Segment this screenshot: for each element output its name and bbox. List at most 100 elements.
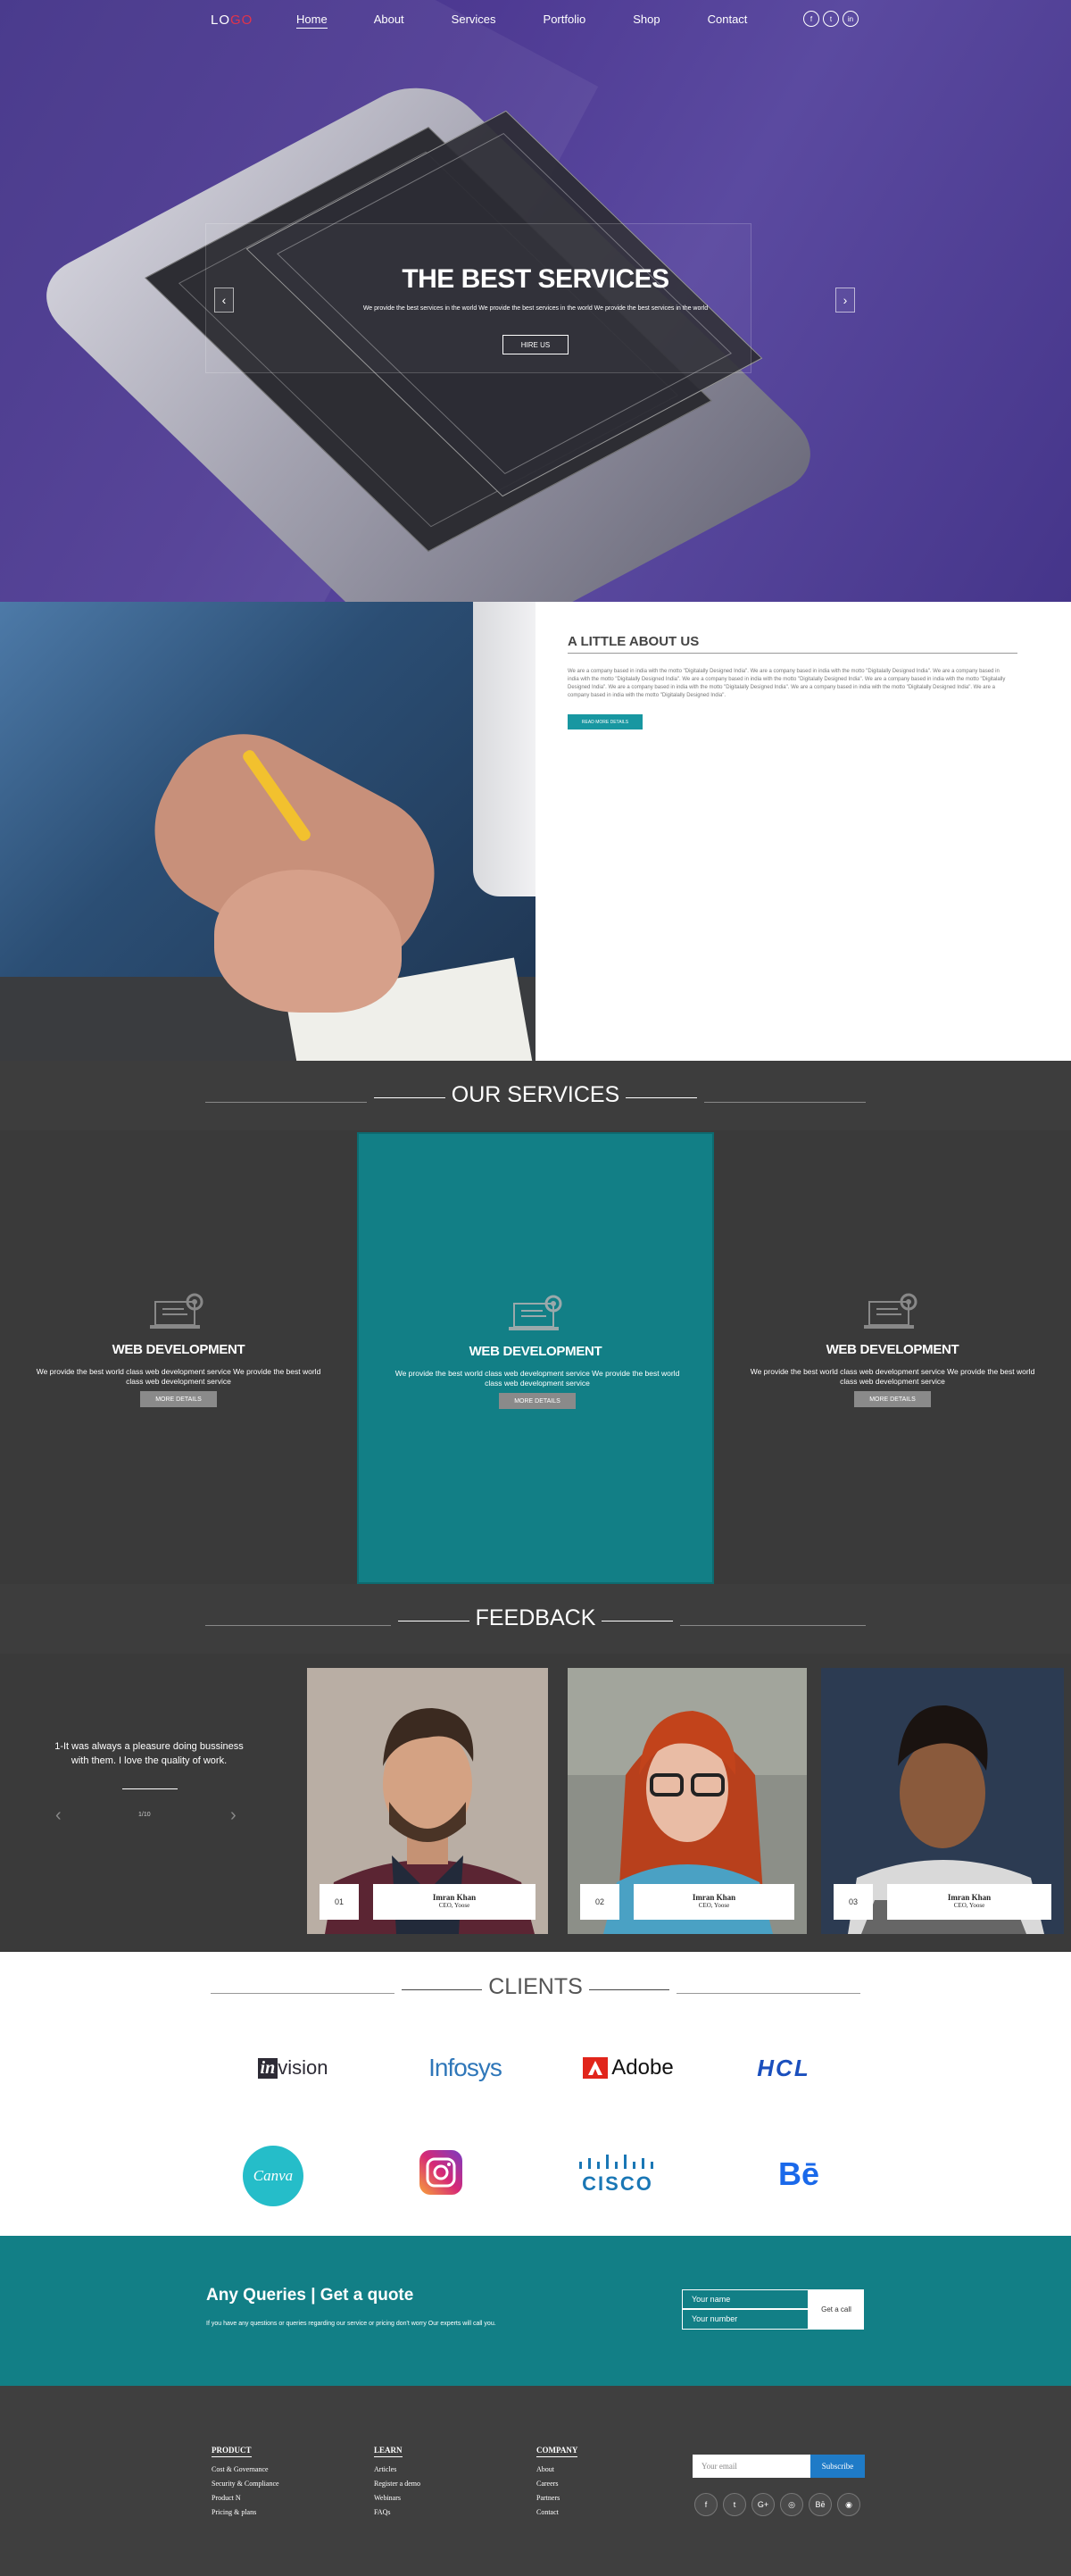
feedback-title-bg: FEEDBACK [390, 1605, 681, 1630]
facebook-icon[interactable]: f [694, 2493, 718, 2516]
card-name: Imran Khan [692, 1893, 736, 1902]
nav-home[interactable]: Home [296, 13, 328, 29]
footer-link[interactable]: Contact [536, 2505, 577, 2520]
client-logo-infosys[interactable]: Infosys [407, 2050, 523, 2086]
testimonial-card[interactable]: 02 Imran Khan CEO, Yoose [568, 1668, 807, 1934]
number-input[interactable]: Your number [682, 2309, 809, 2330]
footer [0, 2386, 1071, 2576]
hire-us-button[interactable]: HIRE US [502, 335, 569, 354]
facebook-icon[interactable]: f [803, 11, 819, 27]
footer-social-icons: f t G+ ◎ Bē ◉ [694, 2493, 860, 2516]
service-text: We provide the best world class web deve… [36, 1367, 321, 1386]
invision-wordmark: vision [278, 2056, 328, 2079]
nav-contact[interactable]: Contact [708, 13, 748, 29]
testimonial-counter: 1/10 [138, 1812, 151, 1818]
logo-text: LO [211, 13, 231, 28]
top-nav: LOGO Home About Services Portfolio Shop … [0, 0, 1071, 41]
testimonial-card[interactable]: 03 Imran Khan CEO, Yoose [821, 1668, 1064, 1934]
read-more-button[interactable]: READ MORE DETAILS [568, 714, 643, 729]
clients-title-wrap: CLIENTS [0, 1974, 1071, 2000]
client-logo-adobe[interactable]: Adobe [578, 2050, 678, 2086]
chevron-right-icon[interactable]: › [230, 1805, 237, 1826]
footer-link[interactable]: Pricing & plans [212, 2505, 279, 2520]
get-a-call-button[interactable]: Get a call [809, 2289, 864, 2330]
quote-divider [122, 1788, 178, 1789]
web-development-icon [864, 1293, 917, 1329]
email-input[interactable]: Your email [693, 2455, 810, 2478]
service-card-active[interactable]: WEB DEVELOPMENT We provide the best worl… [357, 1132, 714, 1584]
title-underline-right [626, 1097, 698, 1098]
footer-link[interactable]: Careers [536, 2477, 577, 2491]
testimonial-panel: 1-It was always a pleasure doing bussine… [0, 1654, 303, 1952]
service-card[interactable]: WEB DEVELOPMENT We provide the best worl… [714, 1132, 1071, 1584]
more-details-button[interactable]: MORE DETAILS [854, 1391, 931, 1407]
dribbble-icon[interactable]: ◎ [780, 2493, 803, 2516]
service-title: WEB DEVELOPMENT [469, 1344, 602, 1359]
nav-links: Home About Services Portfolio Shop Conta… [296, 13, 747, 29]
footer-link[interactable]: Security & Compliance [212, 2477, 279, 2491]
twitter-icon[interactable]: t [823, 11, 839, 27]
about-photo [0, 602, 536, 1061]
footer-link[interactable]: About [536, 2463, 577, 2477]
chevron-left-icon[interactable]: ‹ [55, 1805, 62, 1826]
footer-link[interactable]: Cost & Governance [212, 2463, 279, 2477]
cisco-bars-icon [579, 2155, 653, 2169]
quote-section [0, 2236, 1071, 2386]
web-development-icon [509, 1295, 562, 1330]
footer-link[interactable]: Product N [212, 2491, 279, 2505]
hero-section: LOGO Home About Services Portfolio Shop … [0, 0, 1071, 602]
nav-portfolio[interactable]: Portfolio [544, 13, 586, 29]
card-name: Imran Khan [947, 1893, 992, 1902]
footer-link[interactable]: Webinars [374, 2491, 420, 2505]
more-details-button[interactable]: MORE DETAILS [499, 1393, 576, 1409]
quote-title: Any Queries | Get a quote [206, 2286, 414, 2305]
card-name-box: Imran Khan CEO, Yoose [887, 1884, 1051, 1920]
service-text: We provide the best world class web deve… [750, 1367, 1035, 1386]
card-role: CEO, Yoose [698, 1902, 730, 1909]
nav-services[interactable]: Services [452, 13, 496, 29]
twitter-icon[interactable]: t [723, 2493, 746, 2516]
more-details-button[interactable]: MORE DETAILS [140, 1391, 217, 1407]
web-development-icon [150, 1293, 203, 1329]
footer-column-title: COMPANY [536, 2446, 578, 2457]
instagram-icon [419, 2150, 462, 2195]
client-logo-cisco[interactable]: CISCO [575, 2154, 660, 2197]
client-logo-behance[interactable]: Bē [759, 2154, 839, 2195]
logo[interactable]: LOGO [211, 13, 253, 28]
title-underline-left [402, 1989, 483, 1990]
card-name: Imran Khan [432, 1893, 477, 1902]
service-text: We provide the best world class web deve… [394, 1369, 680, 1388]
service-title: WEB DEVELOPMENT [826, 1342, 959, 1357]
subscribe-button[interactable]: Subscribe [810, 2455, 865, 2478]
behance-icon[interactable]: Bē [809, 2493, 832, 2516]
footer-column-title: PRODUCT [212, 2446, 252, 2457]
service-card[interactable]: WEB DEVELOPMENT We provide the best worl… [0, 1132, 357, 1584]
about-title: A LITTLE ABOUT US [568, 634, 700, 649]
footer-link[interactable]: Partners [536, 2491, 577, 2505]
linkedin-icon[interactable]: in [843, 11, 859, 27]
name-input[interactable]: Your name [682, 2289, 809, 2309]
client-logo-canva[interactable]: Canva [243, 2146, 303, 2206]
card-number: 01 [320, 1884, 359, 1920]
client-logo-hcl[interactable]: HCL [737, 2050, 830, 2086]
cisco-wordmark: CISCO [582, 2172, 653, 2195]
services-title-bg: OUR SERVICES [366, 1082, 705, 1107]
google-plus-icon[interactable]: G+ [751, 2493, 775, 2516]
feedback-section: FEEDBACK 1-It was always a pleasure doin… [0, 1584, 1071, 1952]
card-number: 02 [580, 1884, 619, 1920]
instagram-icon[interactable]: ◉ [837, 2493, 860, 2516]
nav-about[interactable]: About [374, 13, 404, 29]
nav-shop[interactable]: Shop [633, 13, 660, 29]
title-underline-right [588, 1989, 669, 1990]
client-logo-instagram[interactable] [419, 2150, 462, 2195]
footer-link[interactable]: Register a demo [374, 2477, 420, 2491]
testimonial-card[interactable]: 01 Imran Khan CEO, Yoose [307, 1668, 548, 1934]
footer-link[interactable]: FAQs [374, 2505, 420, 2520]
quote-text: If you have any questions or queries reg… [206, 2321, 496, 2327]
top-social-icons: f t in [803, 11, 859, 27]
footer-column-title: LEARN [374, 2446, 403, 2457]
footer-link[interactable]: Articles [374, 2463, 420, 2477]
card-role: CEO, Yoose [438, 1902, 470, 1909]
footer-column-learn: LEARN Articles Register a demo Webinars … [374, 2441, 420, 2520]
client-logo-invision[interactable]: in vision [239, 2050, 346, 2086]
